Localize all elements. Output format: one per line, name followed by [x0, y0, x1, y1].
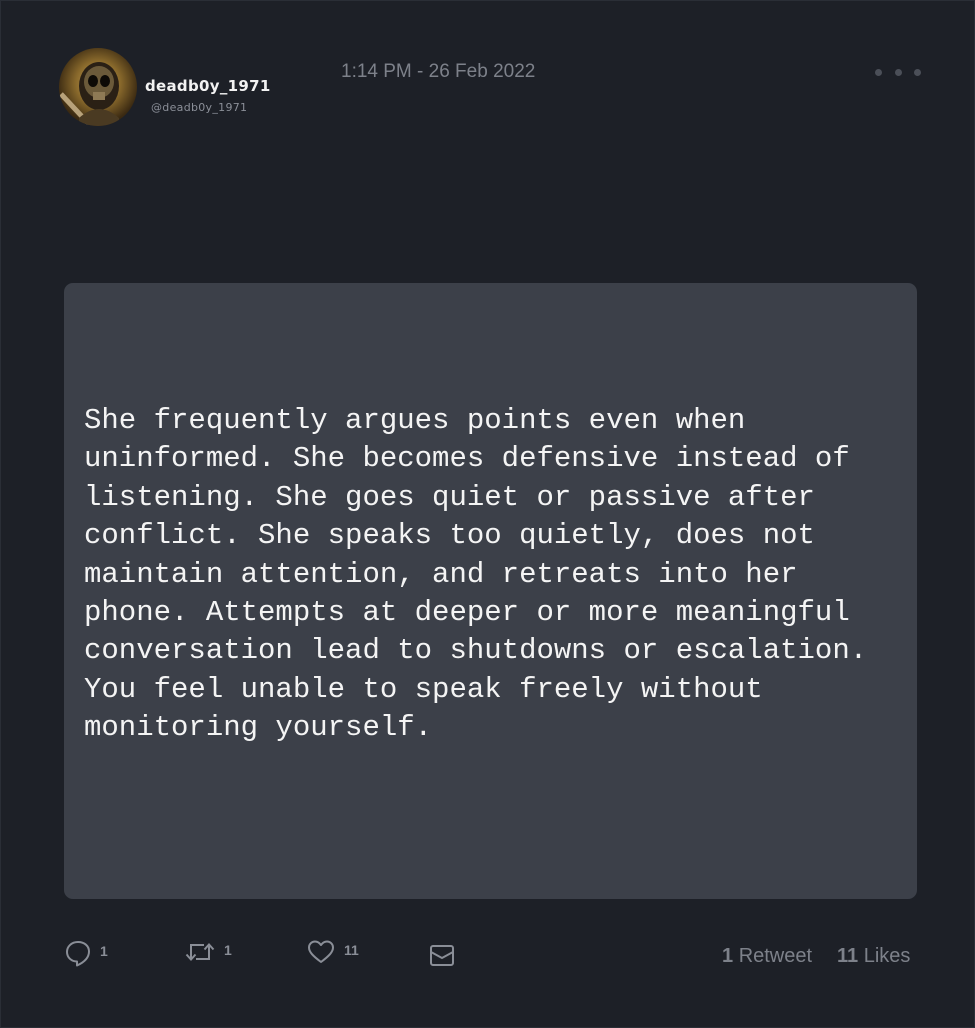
speech-bubble-icon — [66, 941, 90, 967]
reply-button[interactable]: 1 — [65, 939, 108, 967]
avatar[interactable] — [59, 48, 137, 126]
tweet-content-card: She frequently argues points even when u… — [64, 283, 917, 899]
reply-count: 1 — [100, 943, 108, 959]
more-options-button[interactable] — [875, 63, 921, 81]
display-name[interactable]: deadb0y_1971 — [145, 77, 271, 95]
likes-number: 11 — [837, 945, 859, 967]
heart-icon — [308, 940, 334, 963]
user-handle[interactable]: @deadb0y_1971 — [151, 101, 247, 114]
like-count: 11 — [344, 942, 359, 958]
retweets-stat[interactable]: 1 Retweet — [722, 945, 812, 968]
ellipsis-icon — [875, 68, 882, 76]
likes-label: Likes — [863, 945, 911, 967]
retweet-arrows-icon — [185, 943, 215, 961]
avatar-image-icon — [59, 62, 119, 126]
envelope-icon — [430, 945, 454, 966]
tweet-text: She frequently argues points even when u… — [84, 404, 885, 745]
like-button[interactable]: 11 — [307, 939, 359, 965]
likes-stat[interactable]: 11 Likes — [837, 945, 910, 968]
retweet-count: 1 — [224, 942, 232, 958]
direct-message-button[interactable] — [429, 939, 455, 969]
retweet-button[interactable]: 1 — [185, 939, 232, 965]
retweets-label: Retweet — [738, 945, 813, 967]
retweets-number: 1 — [722, 945, 734, 967]
tweet-card: deadb0y_1971 @deadb0y_1971 1:14 PM - 26 … — [0, 0, 975, 1028]
tweet-timestamp[interactable]: 1:14 PM - 26 Feb 2022 — [341, 61, 535, 83]
